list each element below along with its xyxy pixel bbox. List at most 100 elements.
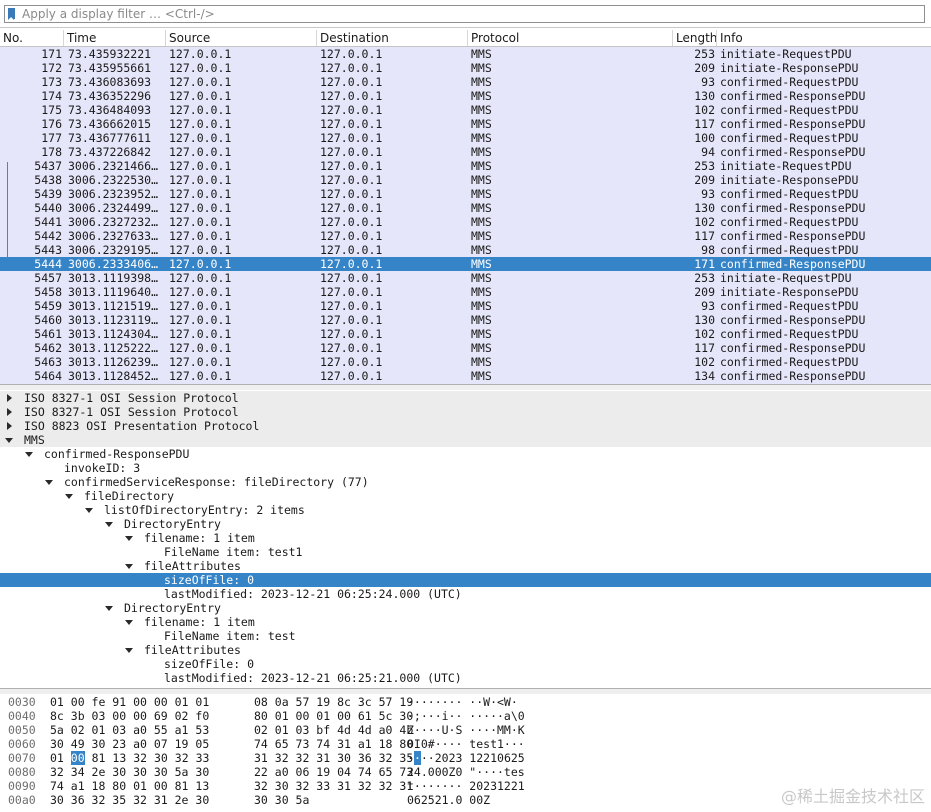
hex-ascii[interactable]: ····2023 12210625 bbox=[407, 751, 525, 765]
packet-row[interactable]: 5438 3006.2322530… 127.0.0.1 127.0.0.1 MMS 20… bbox=[0, 173, 931, 187]
hex-bytes-left[interactable]: 74 a1 18 80 01 00 81 13 bbox=[50, 779, 209, 793]
tree-node[interactable]: confirmed-ResponsePDU bbox=[0, 447, 931, 461]
hex-bytes-right[interactable]: 30 30 5a bbox=[254, 793, 309, 807]
hex-bytes-right[interactable]: 74 65 73 74 31 a1 18 80 bbox=[254, 737, 413, 751]
tree-node[interactable]: DirectoryEntry bbox=[0, 601, 931, 615]
tree-node[interactable]: fileDirectory bbox=[0, 489, 931, 503]
pane-splitter-top[interactable] bbox=[0, 385, 931, 390]
hex-ascii[interactable]: 24.000Z0 "····tes bbox=[407, 765, 525, 779]
hex-ascii[interactable]: 0I0#···· test1··· bbox=[407, 737, 525, 751]
packet-row[interactable]: 176 73.436662015 127.0.0.1 127.0.0.1 MMS 117 c… bbox=[0, 117, 931, 131]
expand-arrow-down-icon[interactable] bbox=[84, 503, 94, 517]
hex-bytes-left[interactable]: 01 00 81 13 32 30 32 33 bbox=[50, 751, 209, 765]
packet-row[interactable]: 5459 3013.1121519… 127.0.0.1 127.0.0.1 MMS 93… bbox=[0, 299, 931, 313]
expand-arrow-right-icon[interactable] bbox=[4, 419, 14, 433]
packet-row-selected[interactable]: 5444 3006.2333406… 127.0.0.1 127.0.0.1 MMS 17… bbox=[0, 257, 931, 271]
tree-node[interactable]: invokeID: 3 bbox=[0, 461, 931, 475]
hex-ascii[interactable]: ·;···i·· ·····a\0 bbox=[407, 709, 525, 723]
hex-bytes-left[interactable]: 5a 02 01 03 a0 55 a1 53 bbox=[50, 723, 209, 737]
packet-row[interactable]: 5463 3013.1126239… 127.0.0.1 127.0.0.1 MMS 10… bbox=[0, 355, 931, 369]
packet-row[interactable]: 5440 3006.2324499… 127.0.0.1 127.0.0.1 MMS 13… bbox=[0, 201, 931, 215]
tree-node[interactable]: sizeOfFile: 0 bbox=[0, 657, 931, 671]
expand-arrow-down-icon[interactable] bbox=[104, 601, 114, 615]
column-header-source[interactable]: Source bbox=[166, 30, 317, 46]
hex-ascii[interactable]: t······· 20231221 bbox=[407, 779, 525, 793]
packet-row[interactable]: 5439 3006.2323952… 127.0.0.1 127.0.0.1 MMS 93… bbox=[0, 187, 931, 201]
packet-row[interactable]: 174 73.436352296 127.0.0.1 127.0.0.1 MMS 130 c… bbox=[0, 89, 931, 103]
packet-row[interactable]: 5462 3013.1125222… 127.0.0.1 127.0.0.1 MMS 11… bbox=[0, 341, 931, 355]
expand-arrow-down-icon[interactable] bbox=[124, 615, 134, 629]
selected-byte[interactable]: 00 bbox=[70, 751, 85, 765]
tree-node[interactable]: fileAttributes bbox=[0, 559, 931, 573]
display-filter-input[interactable] bbox=[22, 6, 912, 22]
tree-node[interactable]: ISO 8327-1 OSI Session Protocol bbox=[0, 391, 931, 405]
tree-node[interactable]: confirmedServiceResponse: fileDirectory … bbox=[0, 475, 931, 489]
packet-row[interactable]: 5458 3013.1119640… 127.0.0.1 127.0.0.1 MMS 20… bbox=[0, 285, 931, 299]
hex-ascii[interactable]: ········ ··W·<W· bbox=[407, 695, 518, 709]
packet-row[interactable]: 5437 3006.2321466… 127.0.0.1 127.0.0.1 MMS 25… bbox=[0, 159, 931, 173]
hex-bytes-left[interactable]: 32 34 2e 30 30 30 5a 30 bbox=[50, 765, 209, 779]
tree-node[interactable]: filename: 1 item bbox=[0, 615, 931, 629]
column-header-no[interactable]: No. bbox=[0, 30, 64, 46]
packet-list[interactable]: No. Time Source Destination Protocol Len… bbox=[0, 29, 931, 385]
tree-node[interactable]: DirectoryEntry bbox=[0, 517, 931, 531]
tree-node[interactable]: lastModified: 2023-12-21 06:25:24.000 (U… bbox=[0, 587, 931, 601]
tree-node[interactable]: MMS bbox=[0, 433, 931, 447]
bookmark-icon[interactable] bbox=[8, 8, 15, 20]
packet-row[interactable]: 173 73.436083693 127.0.0.1 127.0.0.1 MMS 93 co… bbox=[0, 75, 931, 89]
hex-bytes-right[interactable]: 02 01 03 bf 4d 4d a0 4b bbox=[254, 723, 413, 737]
packet-row[interactable]: 5441 3006.2327232… 127.0.0.1 127.0.0.1 MMS 10… bbox=[0, 215, 931, 229]
tree-node[interactable]: lastModified: 2023-12-21 06:25:21.000 (U… bbox=[0, 671, 931, 685]
packet-no: 5458 bbox=[34, 285, 62, 299]
expand-arrow-down-icon[interactable] bbox=[124, 643, 134, 657]
packet-row[interactable]: 5460 3013.1123119… 127.0.0.1 127.0.0.1 MMS 13… bbox=[0, 313, 931, 327]
tree-node[interactable]: listOfDirectoryEntry: 2 items bbox=[0, 503, 931, 517]
tree-node[interactable]: fileAttributes bbox=[0, 643, 931, 657]
hex-bytes-right[interactable]: 22 a0 06 19 04 74 65 73 bbox=[254, 765, 413, 779]
column-header-length[interactable]: Length bbox=[673, 30, 717, 46]
packet-row[interactable]: 5457 3013.1119398… 127.0.0.1 127.0.0.1 MMS 25… bbox=[0, 271, 931, 285]
tree-node[interactable]: filename: 1 item bbox=[0, 531, 931, 545]
packet-row[interactable]: 178 73.437226842 127.0.0.1 127.0.0.1 MMS 94 co… bbox=[0, 145, 931, 159]
packet-row[interactable]: 5443 3006.2329195… 127.0.0.1 127.0.0.1 MMS 98… bbox=[0, 243, 931, 257]
tree-node[interactable]: FileName item: test1 bbox=[0, 545, 931, 559]
hex-bytes-right[interactable]: 31 32 32 31 30 36 32 35 bbox=[254, 751, 413, 765]
packet-row[interactable]: 172 73.435955661 127.0.0.1 127.0.0.1 MMS 209 i… bbox=[0, 61, 931, 75]
packet-row[interactable]: 171 73.435932221 127.0.0.1 127.0.0.1 MMS 253 i… bbox=[0, 47, 931, 61]
packet-row[interactable]: 5461 3013.1124304… 127.0.0.1 127.0.0.1 MMS 10… bbox=[0, 327, 931, 341]
tree-node[interactable]: ISO 8327-1 OSI Session Protocol bbox=[0, 405, 931, 419]
expand-arrow-down-icon[interactable] bbox=[4, 433, 14, 447]
packet-row[interactable]: 175 73.436484093 127.0.0.1 127.0.0.1 MMS 102 c… bbox=[0, 103, 931, 117]
tree-node[interactable]: ISO 8823 OSI Presentation Protocol bbox=[0, 419, 931, 433]
packet-row[interactable]: 5442 3006.2327633… 127.0.0.1 127.0.0.1 MMS 11… bbox=[0, 229, 931, 243]
column-header-protocol[interactable]: Protocol bbox=[468, 30, 673, 46]
pane-splitter-bottom[interactable] bbox=[0, 689, 931, 694]
tree-node-selected[interactable]: sizeOfFile: 0 bbox=[0, 573, 931, 587]
expand-arrow-down-icon[interactable] bbox=[64, 489, 74, 503]
packet-row[interactable]: 177 73.436777611 127.0.0.1 127.0.0.1 MMS 100 c… bbox=[0, 131, 931, 145]
column-header-destination[interactable]: Destination bbox=[317, 30, 468, 46]
hex-ascii[interactable]: 062521.0 00Z bbox=[407, 793, 490, 807]
expand-arrow-right-icon[interactable] bbox=[4, 405, 14, 419]
hex-bytes-left[interactable]: 8c 3b 03 00 00 69 02 f0 bbox=[50, 709, 209, 723]
hex-bytes-left[interactable]: 30 49 30 23 a0 07 19 05 bbox=[50, 737, 209, 751]
expand-arrow-right-icon[interactable] bbox=[4, 391, 14, 405]
selected-ascii-char[interactable]: · bbox=[413, 751, 421, 765]
column-header-time[interactable]: Time bbox=[64, 30, 166, 46]
hex-bytes-right[interactable]: 80 01 00 01 00 61 5c 30 bbox=[254, 709, 413, 723]
expand-arrow-down-icon[interactable] bbox=[104, 517, 114, 531]
column-header-info[interactable]: Info bbox=[717, 30, 931, 46]
packet-row[interactable]: 5464 3013.1128452… 127.0.0.1 127.0.0.1 MMS 13… bbox=[0, 369, 931, 383]
hex-ascii[interactable]: Z····U·S ····MM·K bbox=[407, 723, 525, 737]
tree-node[interactable]: FileName item: test bbox=[0, 629, 931, 643]
hex-bytes-right[interactable]: 08 0a 57 19 8c 3c 57 19 bbox=[254, 695, 413, 709]
hex-bytes-left[interactable]: 01 00 fe 91 00 00 01 01 bbox=[50, 695, 209, 709]
expand-arrow-down-icon[interactable] bbox=[24, 447, 34, 461]
expand-arrow-down-icon[interactable] bbox=[44, 475, 54, 489]
display-filter-box[interactable] bbox=[4, 5, 925, 23]
hex-bytes-left[interactable]: 30 36 32 35 32 31 2e 30 bbox=[50, 793, 209, 807]
expand-arrow-down-icon[interactable] bbox=[124, 559, 134, 573]
hex-bytes-right[interactable]: 32 30 32 33 31 32 32 31 bbox=[254, 779, 413, 793]
expand-arrow-down-icon[interactable] bbox=[124, 531, 134, 545]
packet-details-tree[interactable]: ISO 8327-1 OSI Session Protocol ISO 8327-… bbox=[0, 391, 931, 689]
